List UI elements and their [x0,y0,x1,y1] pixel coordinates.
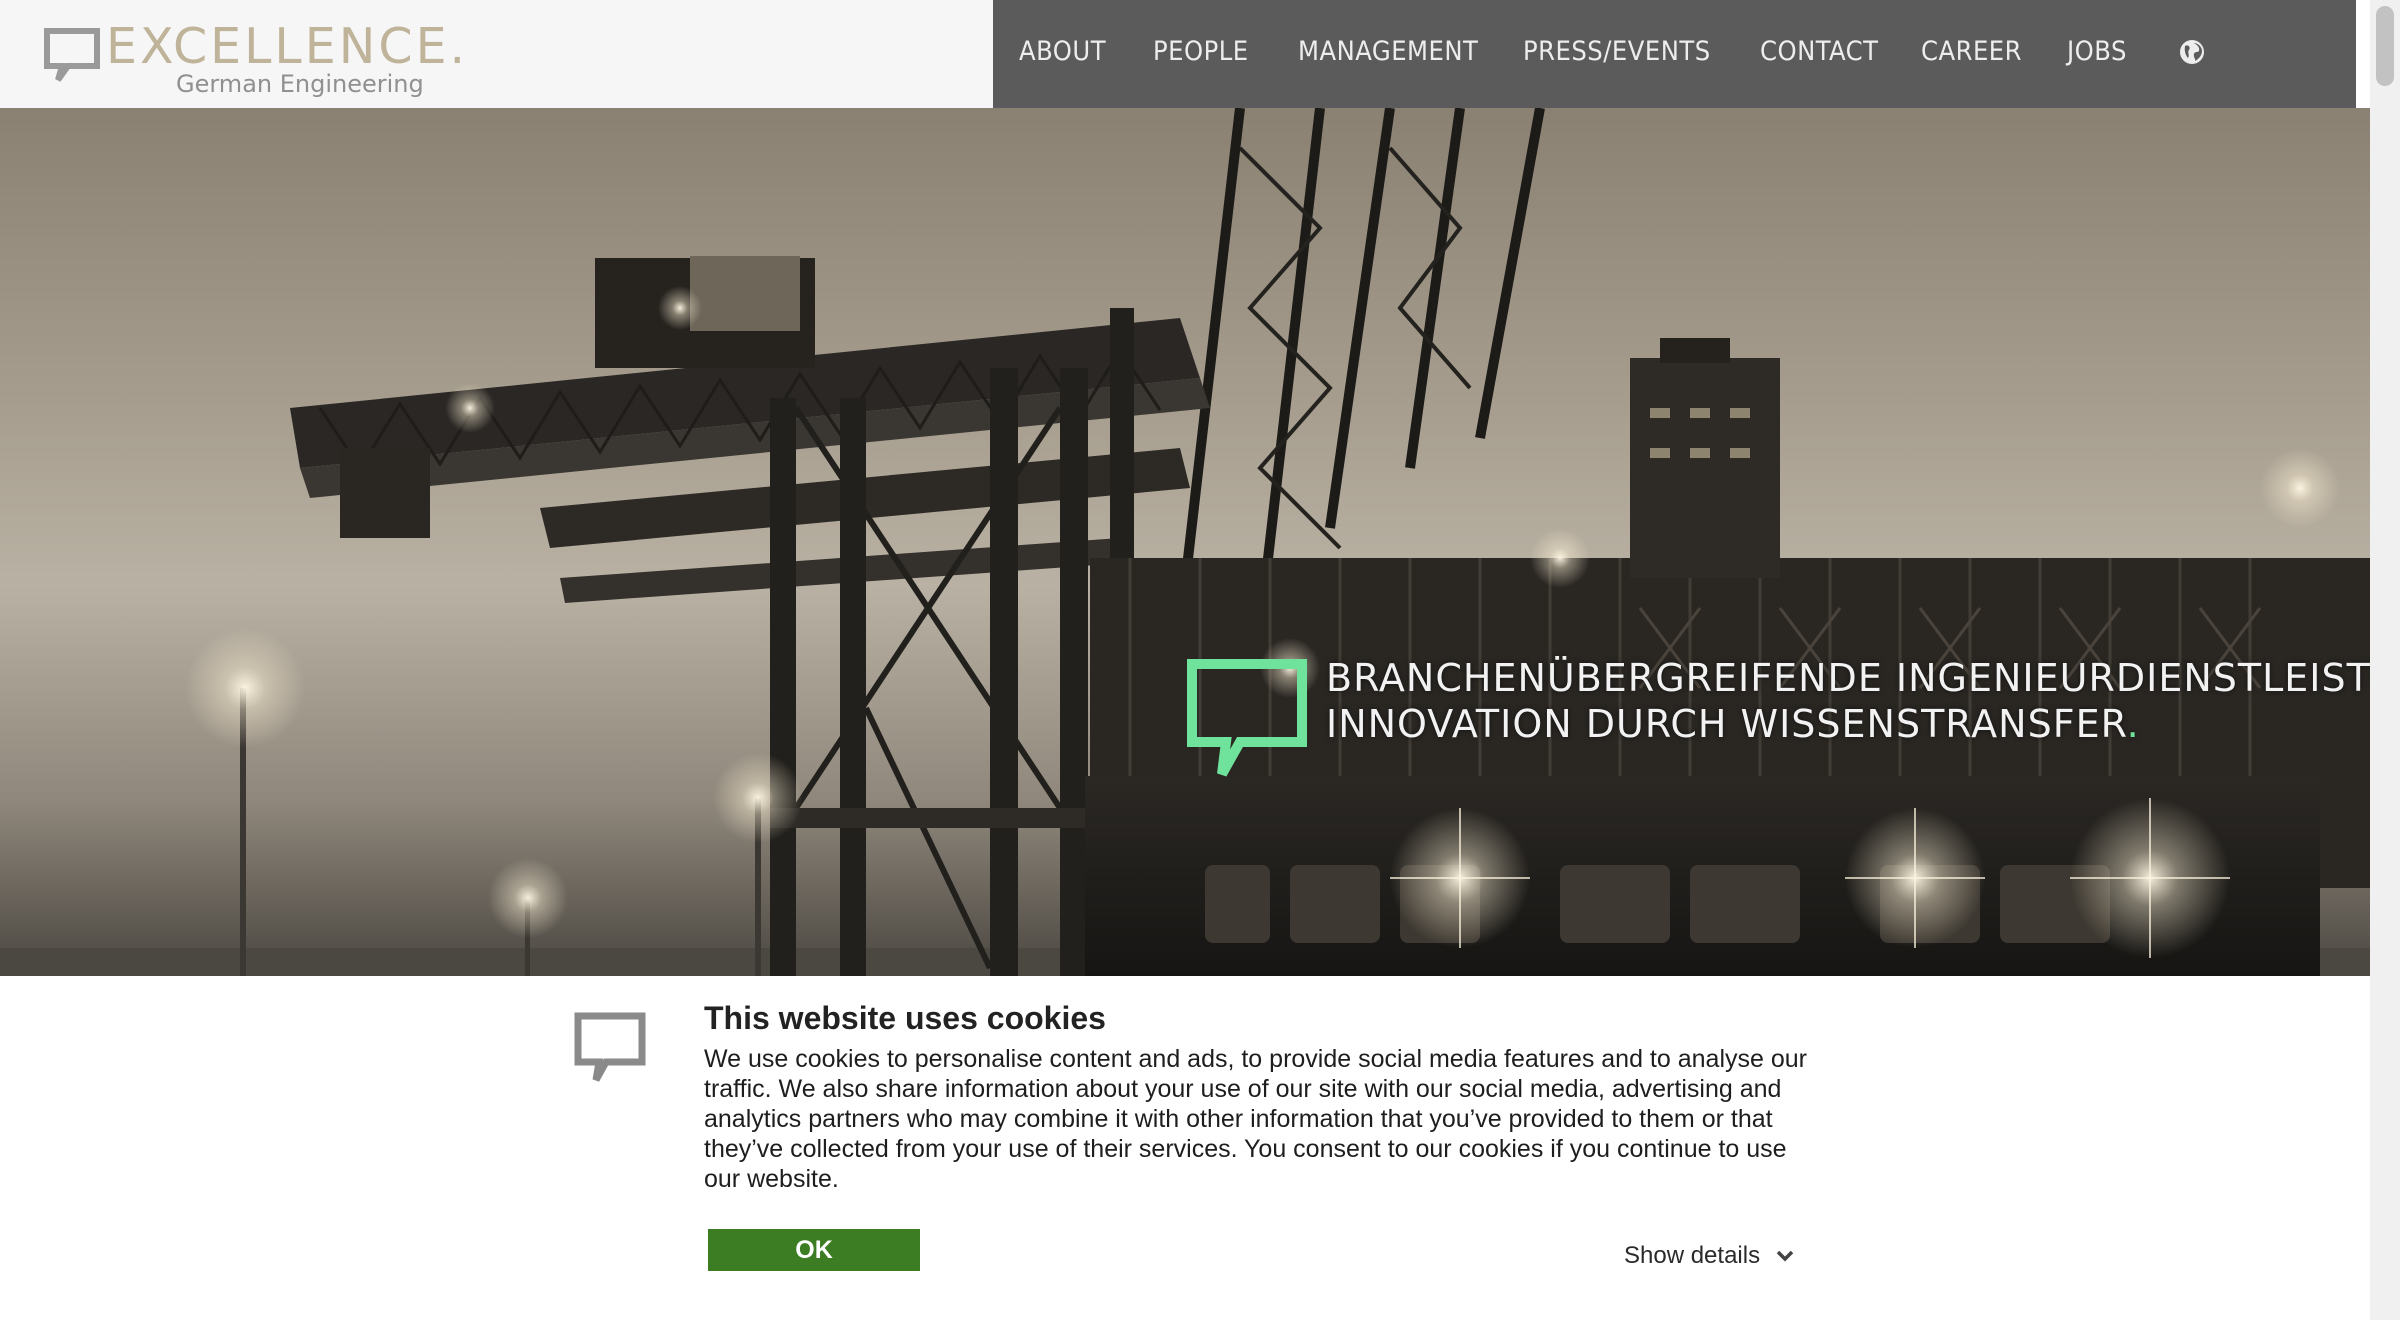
hero-headline-line1: BRANCHENÜBERGREIFENDE INGENIEURDIENSTLEI… [1326,656,2370,700]
hero-headline-line2-text: INNOVATION DURCH WISSENSTRANSFER [1326,702,2127,746]
brand-tagline: German Engineering [176,70,424,98]
chevron-down-icon [1776,1250,1794,1262]
cookie-title: This website uses cookies [704,1000,1106,1036]
harbor-crane-photo [0,108,2370,976]
header-brand-area: EXCELLENCE. German Engineering [0,0,993,108]
scrollbar-track[interactable] [2370,0,2400,1320]
scrollbar-thumb[interactable] [2376,6,2394,86]
nav-item-career[interactable]: CAREER [1921,36,2022,68]
hero-banner: BRANCHENÜBERGREIFENDE INGENIEURDIENSTLEI… [0,108,2370,976]
brand-name: EXCELLENCE. [106,18,469,75]
main-navigation: ABOUT PEOPLE MANAGEMENT PRESS/EVENTS CON… [993,0,2356,108]
cookie-consent-banner: This website uses cookies We use cookies… [0,976,2370,1320]
nav-item-press-events[interactable]: PRESS/EVENTS [1523,36,1711,68]
nav-item-contact[interactable]: CONTACT [1760,36,1878,68]
nav-item-about[interactable]: ABOUT [1019,36,1106,68]
nav-item-people[interactable]: PEOPLE [1153,36,1249,68]
hero-headline-line2: INNOVATION DURCH WISSENSTRANSFER. [1326,702,2140,746]
speech-bubble-icon [1187,659,1307,777]
speech-bubble-logo-icon [574,1012,646,1082]
globe-icon[interactable] [2178,38,2206,66]
show-details-link[interactable]: Show details [1624,1242,1794,1270]
nav-item-jobs[interactable]: JOBS [2067,36,2127,68]
hero-headline-accent-dot: . [2126,702,2140,746]
speech-bubble-logo-icon [44,28,100,82]
cookie-ok-button[interactable]: OK [708,1229,920,1271]
site-logo[interactable]: EXCELLENCE. German Engineering [44,22,465,104]
show-details-label: Show details [1624,1242,1761,1269]
nav-item-management[interactable]: MANAGEMENT [1298,36,1478,68]
cookie-description: We use cookies to personalise content an… [704,1045,1807,1193]
